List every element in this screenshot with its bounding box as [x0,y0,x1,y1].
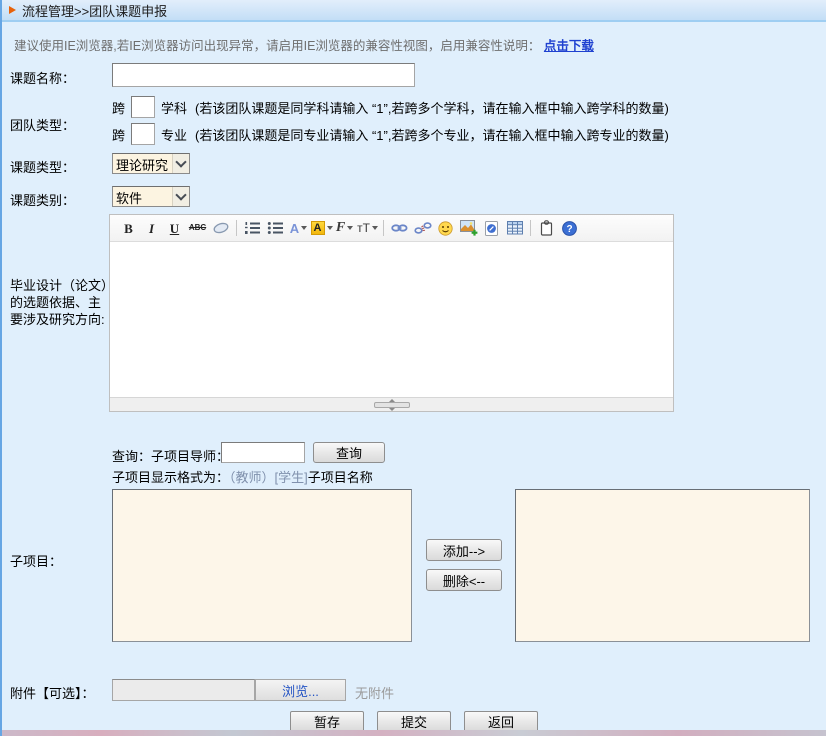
query-button[interactable]: 查询 [313,442,385,463]
team-unit: 专业 [161,125,187,144]
font-color-icon[interactable]: A [287,217,310,239]
media-icon[interactable] [480,217,503,239]
strikethrough-icon[interactable]: ABC [186,217,209,239]
mentor-query-input[interactable] [221,442,305,463]
subproject-label: 子项目： [10,551,62,570]
link-icon[interactable] [388,217,411,239]
table-icon[interactable] [503,217,526,239]
cross-major-count-input[interactable] [131,123,155,145]
bold-icon[interactable]: B [117,217,140,239]
chevron-down-icon [372,226,378,230]
svg-text:?: ? [566,224,572,235]
team-unit: 学科 [161,98,187,117]
chevron-down-icon [327,226,333,230]
attachment-status: 无附件 [355,683,394,702]
topic-name-label: 课题名称： [10,68,75,87]
subproject-format-hint: 子项目显示格式为：（教师）[学生]子项目名称 [112,467,373,486]
format-teacher: （教师） [229,470,275,485]
italic-icon[interactable]: I [140,217,163,239]
topic-type-label: 课题类型： [10,157,75,176]
help-icon[interactable]: ? [558,217,581,239]
unordered-list-icon[interactable] [264,217,287,239]
topic-category-select[interactable]: 软件 [112,186,190,207]
attachment-label: 附件【可选】： [10,683,95,702]
back-button[interactable]: 返回 [464,711,538,732]
chevron-down-icon [172,187,189,206]
team-type-label: 团队类型： [10,115,75,134]
save-draft-button[interactable]: 暂存 [290,711,364,732]
resize-handle[interactable] [374,402,410,408]
chevron-down-icon [347,226,353,230]
breadcrumb-bar: 流程管理>>团队课题申报 [2,0,826,22]
major-hint: (若该团队课题是同专业请输入 “1”,若跨多个专业，请在输入框中输入跨专业的数量… [195,125,669,144]
subproject-selected-list[interactable] [515,489,810,642]
format-prefix: 子项目显示格式为： [112,470,229,485]
breadcrumb: 流程管理>>团队课题申报 [22,1,167,20]
cross-discipline-count-input[interactable] [131,96,155,118]
eraser-icon[interactable] [209,217,232,239]
toolbar-separator [236,220,237,236]
team-prefix: 跨 [112,125,125,144]
unlink-icon[interactable] [411,217,434,239]
topic-type-selected-value: 理论研究 [113,154,172,173]
topic-category-label: 课题类别： [10,190,75,209]
editor-content[interactable] [110,242,673,397]
topic-category-selected-value: 软件 [113,187,172,206]
add-button[interactable]: 添加--> [426,539,502,561]
attachment-file-field[interactable] [112,679,255,701]
smiley-icon[interactable] [434,217,457,239]
team-type-row-major: 跨 专业 (若该团队课题是同专业请输入 “1”,若跨多个专业，请在输入框中输入跨… [112,123,669,145]
browser-notice: 建议使用IE浏览器,若IE浏览器访问出现异常，请启用IE浏览器的兼容性视图，启用… [14,35,816,54]
notebook-icon[interactable] [535,217,558,239]
editor-toolbar: BIUABCAAFтT? [110,215,673,242]
chevron-down-icon [301,226,307,230]
topic-name-input[interactable] [112,63,415,87]
chevron-down-icon [172,154,189,173]
ordered-list-icon[interactable] [241,217,264,239]
mentor-query-label: 查询：子项目导师： [112,446,229,465]
subproject-available-list[interactable] [112,489,412,642]
breadcrumb-arrow-icon [9,6,16,14]
submit-button[interactable]: 提交 [377,711,451,732]
font-size-icon[interactable]: тT [356,217,379,239]
rich-text-editor: BIUABCAAFтT? [109,214,674,412]
font-family-icon[interactable]: F [333,217,356,239]
topic-type-select[interactable]: 理论研究 [112,153,190,174]
team-prefix: 跨 [112,98,125,117]
underline-icon[interactable]: U [163,217,186,239]
browse-button[interactable]: 浏览... [255,679,346,701]
highlight-color-icon[interactable]: A [310,217,333,239]
download-link[interactable]: 点击下载 [544,39,594,53]
discipline-hint: (若该团队课题是同学科请输入 “1”,若跨多个学科，请在输入框中输入跨学科的数量… [195,98,669,117]
team-type-row-discipline: 跨 学科 (若该团队课题是同学科请输入 “1”,若跨多个学科，请在输入框中输入跨… [112,96,669,118]
toolbar-separator [383,220,384,236]
action-bar: 暂存 提交 返回 [2,711,826,732]
editor-resize-bar [110,397,673,411]
format-rest: 子项目名称 [308,470,373,485]
toolbar-separator [530,220,531,236]
image-icon[interactable] [457,217,480,239]
bottom-decorative-strip [2,730,826,736]
thesis-basis-label: 毕业设计（论文）的选题依据、主要涉及研究方向: [10,277,109,328]
format-student: [学生] [275,470,308,485]
remove-button[interactable]: 删除<-- [426,569,502,591]
notice-text: 建议使用IE浏览器,若IE浏览器访问出现异常，请启用IE浏览器的兼容性视图，启用… [14,39,540,53]
team-topic-application-page: 流程管理>>团队课题申报 建议使用IE浏览器,若IE浏览器访问出现异常，请启用I… [0,0,826,736]
